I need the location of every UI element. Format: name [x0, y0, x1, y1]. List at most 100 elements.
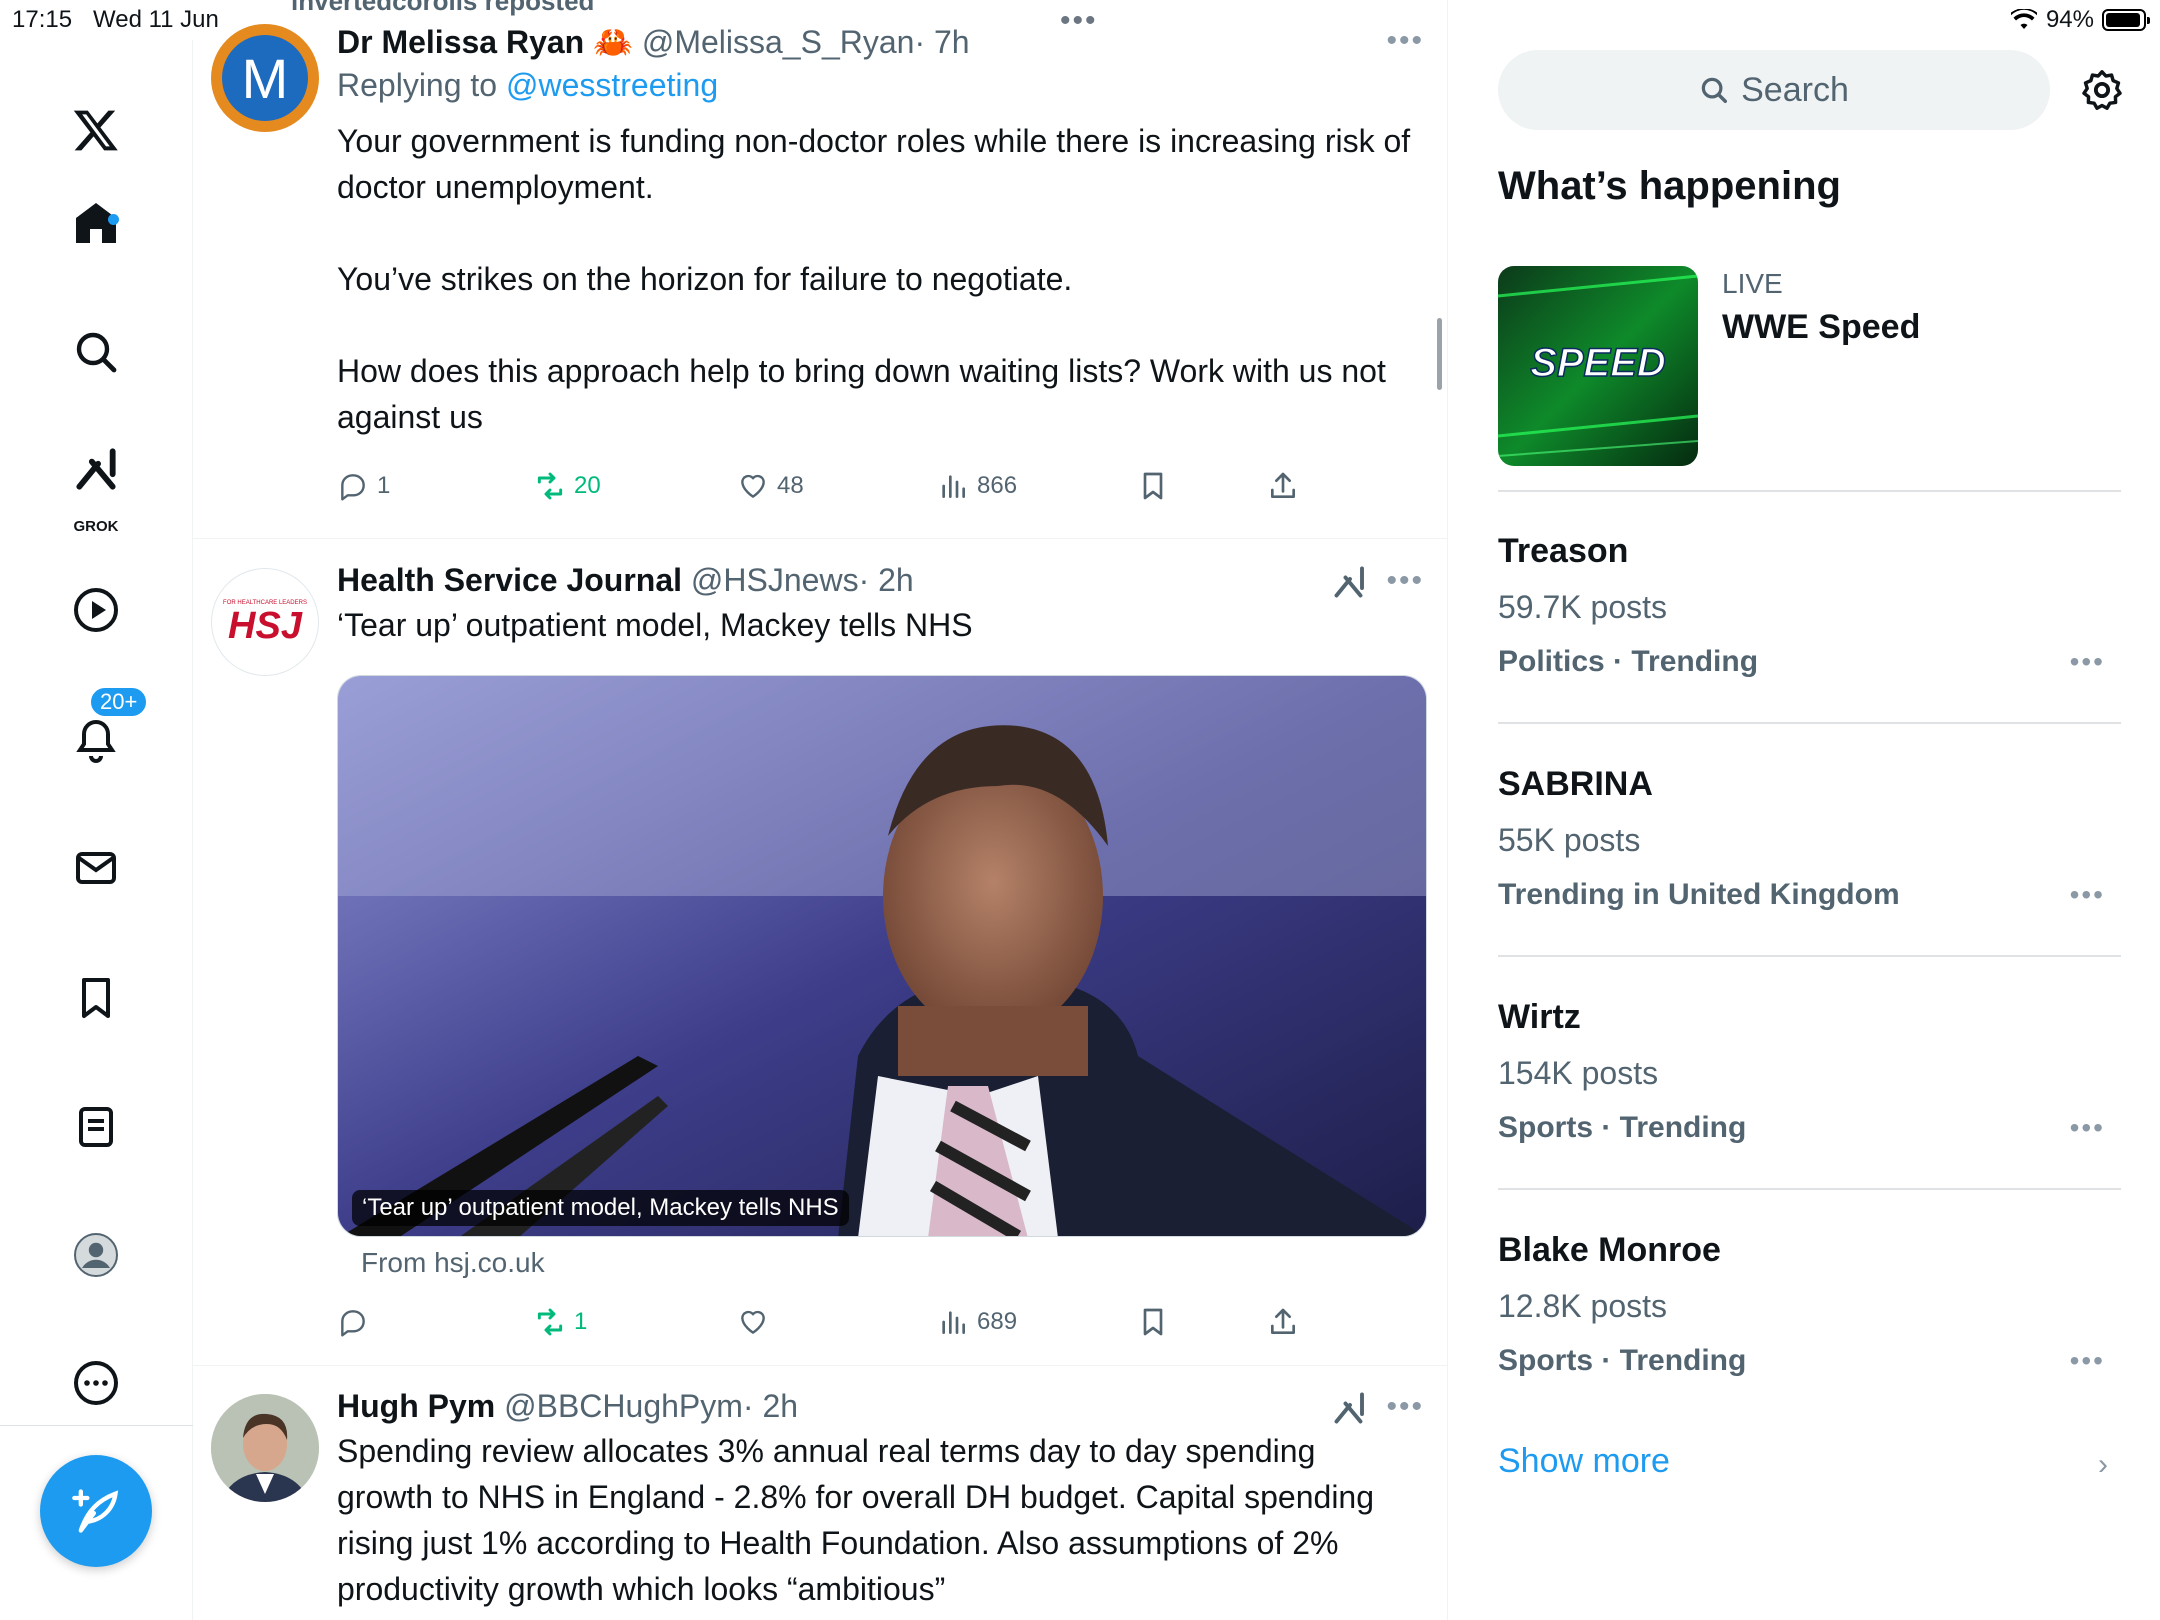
repost-button[interactable]: 1: [534, 1306, 587, 1338]
live-title[interactable]: WWE Speed: [1722, 308, 1920, 347]
like-count: 48: [777, 472, 804, 499]
trend-more-icon[interactable]: •••: [2070, 879, 2105, 911]
avatar-hsj-logo: HSJ: [228, 605, 302, 647]
trend-name: Wirtz: [1498, 998, 1581, 1036]
card-source[interactable]: From hsj.co.uk: [361, 1247, 545, 1279]
compose-post-button[interactable]: [40, 1455, 152, 1567]
repost-button[interactable]: 20: [534, 470, 601, 502]
nav-divider: [0, 1425, 193, 1426]
grok-icon[interactable]: [56, 435, 136, 505]
grok-label: GROK: [73, 518, 119, 535]
author-name[interactable]: Dr Melissa Ryan 🦀: [337, 24, 633, 60]
tweet-text-1: Your government is funding non-doctor ro…: [337, 123, 1411, 205]
left-nav: GROK 20+: [0, 40, 193, 1620]
reply-button[interactable]: [337, 1306, 377, 1338]
share-button[interactable]: [1267, 1306, 1299, 1338]
heart-icon: [741, 474, 765, 498]
profile-avatar-icon[interactable]: [56, 1215, 136, 1295]
repost-count: 1: [574, 1308, 588, 1335]
trend-posts: 154K posts: [1498, 1055, 1659, 1091]
right-sidebar: Search What’s happening SPEED LIVE WWE S…: [1448, 0, 2160, 1620]
notifications-badge: 20+: [88, 685, 150, 719]
show-more-link[interactable]: Show more: [1498, 1442, 1670, 1481]
bookmarks-icon[interactable]: [56, 958, 136, 1038]
grok-explain-icon[interactable]: [1332, 1390, 1368, 1426]
trend-name: Blake Monroe: [1498, 1231, 1721, 1269]
live-event-thumbnail[interactable]: SPEED: [1498, 266, 1698, 466]
author-handle[interactable]: @HSJnews: [691, 562, 859, 598]
views-chart-icon: [942, 1311, 965, 1334]
card-caption: ‘Tear up’ outpatient model, Mackey tells…: [352, 1190, 849, 1226]
views-count: 866: [977, 472, 1018, 499]
chevron-right-icon[interactable]: ›: [2098, 1448, 2108, 1482]
reply-count: 1: [377, 472, 391, 499]
author-handle[interactable]: @BBCHughPym: [504, 1388, 743, 1424]
author-handle[interactable]: @Melissa_S_Ryan: [642, 24, 915, 60]
trend-item[interactable]: Treason 59.7K posts Politics · Trending …: [1498, 530, 2121, 682]
tweet-separator: [193, 538, 1447, 539]
avatar-photo: [211, 1394, 319, 1502]
views-chart-icon: [942, 475, 965, 498]
trend-category: Sports · Trending: [1498, 1111, 1747, 1144]
bookmark-button[interactable]: [1137, 470, 1169, 502]
search-icon: [1701, 77, 1728, 103]
avatar[interactable]: M: [211, 24, 319, 132]
tweet-text: ‘Tear up’ outpatient model, Mackey tells…: [337, 607, 973, 643]
reply-button[interactable]: 1: [337, 470, 390, 502]
live-label: LIVE: [1722, 268, 1783, 299]
explore-search-icon[interactable]: [56, 312, 136, 392]
share-button[interactable]: [1267, 470, 1299, 502]
reply-icon: [341, 474, 365, 501]
wwe-speed-logo-text: SPEED: [1530, 341, 1666, 385]
views-button[interactable]: 689: [937, 1306, 1017, 1338]
tweet-time: · 2h: [742, 1388, 799, 1424]
tweet-header: Dr Melissa Ryan 🦀 @Melissa_S_Ryan· 7h: [337, 22, 1418, 62]
feed-scrollbar[interactable]: [1437, 318, 1442, 390]
views-button[interactable]: 866: [937, 470, 1017, 502]
replying-to-link[interactable]: @wesstreeting: [506, 67, 718, 103]
avatar-letter: M: [222, 35, 308, 121]
tweet-header: Hugh Pym @BBCHughPym· 2h: [337, 1386, 1418, 1426]
link-card-image[interactable]: ‘Tear up’ outpatient model, Mackey tells…: [337, 675, 1427, 1237]
tweet-more-icon[interactable]: •••: [1386, 24, 1424, 58]
tweet-more-icon[interactable]: •••: [1386, 1390, 1424, 1424]
repost-icon: [537, 1308, 563, 1336]
replying-to: Replying to @wesstreeting: [337, 62, 1418, 108]
trend-category: Sports · Trending: [1498, 1344, 1747, 1377]
author-name[interactable]: Hugh Pym: [337, 1388, 495, 1424]
home-icon[interactable]: [56, 183, 136, 263]
speaker-photo: [338, 676, 1426, 1236]
messages-envelope-icon[interactable]: [56, 828, 136, 908]
search-input[interactable]: Search: [1498, 50, 2050, 130]
tweet-text-2: You’ve strikes on the horizon for failur…: [337, 261, 1073, 297]
bookmark-button[interactable]: [1137, 1306, 1169, 1338]
avatar[interactable]: [211, 1394, 319, 1502]
video-play-icon[interactable]: [56, 570, 136, 650]
wwe-speed-image: SPEED: [1498, 266, 1698, 466]
settings-gear-icon[interactable]: [2079, 67, 2125, 113]
grok-explain-icon[interactable]: [1332, 564, 1368, 600]
trend-more-icon[interactable]: •••: [2070, 646, 2105, 678]
like-button[interactable]: 48: [737, 470, 804, 502]
lists-icon[interactable]: [56, 1087, 136, 1167]
tweet-actions: 1 689: [337, 1306, 1327, 1346]
like-button[interactable]: [737, 1306, 777, 1338]
trend-posts: 59.7K posts: [1498, 589, 1667, 625]
trend-item[interactable]: Wirtz 154K posts Sports · Trending •••: [1498, 996, 2121, 1148]
tweet-more-icon[interactable]: •••: [1386, 564, 1424, 598]
sidebar-divider: [1498, 955, 2121, 957]
bookmark-icon: [1143, 1308, 1163, 1336]
trend-item[interactable]: SABRINA 55K posts Trending in United Kin…: [1498, 763, 2121, 915]
search-placeholder: Search: [1741, 70, 1849, 109]
trend-more-icon[interactable]: •••: [2070, 1345, 2105, 1377]
trend-name: SABRINA: [1498, 765, 1653, 803]
more-options-icon[interactable]: [56, 1343, 136, 1423]
trend-more-icon[interactable]: •••: [2070, 1112, 2105, 1144]
sidebar-divider: [1498, 722, 2121, 724]
feather-plus-icon: [72, 1489, 119, 1533]
trend-item[interactable]: Blake Monroe 12.8K posts Sports · Trendi…: [1498, 1229, 2121, 1381]
author-name[interactable]: Health Service Journal: [337, 562, 682, 598]
avatar[interactable]: FOR HEALTHCARE LEADERS HSJ: [211, 568, 319, 676]
tweet-time: · 2h: [858, 562, 914, 598]
x-logo-icon[interactable]: [56, 90, 136, 170]
